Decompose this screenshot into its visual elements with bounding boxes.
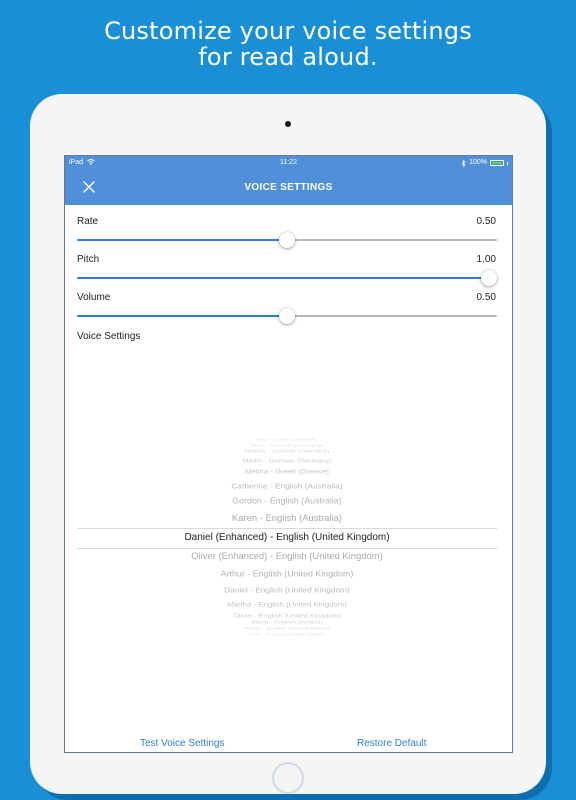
pitch-label: Pitch <box>77 254 100 265</box>
status-time: 11:22 <box>280 159 297 166</box>
restore-default-button[interactable]: Restore Default <box>357 738 426 749</box>
pitch-slider-fill <box>77 277 489 279</box>
voice-picker-item[interactable]: Catherine - English (Australia) <box>77 481 497 490</box>
close-icon <box>83 181 95 193</box>
headline-line-1: Customize your voice settings <box>104 17 472 45</box>
test-voice-settings-button[interactable]: Test Voice Settings <box>140 738 225 749</box>
status-right: 100% <box>461 156 508 170</box>
voice-picker-item[interactable]: Fred - English (United States) <box>77 633 497 637</box>
voice-picker-item[interactable]: Moira - English (Ireland) <box>77 620 497 625</box>
battery-icon <box>490 160 504 166</box>
volume-value: 0.50 <box>476 292 496 303</box>
pitch-value: 1.00 <box>476 254 496 265</box>
pitch-slider[interactable] <box>77 269 497 287</box>
camera-dot <box>285 121 291 127</box>
voice-picker-item[interactable]: Helena - German (Germany) <box>77 449 497 454</box>
rate-label: Rate <box>77 216 99 227</box>
page-title: VOICE SETTINGS <box>244 182 333 193</box>
voice-picker-item[interactable]: Aaron - English (United States) <box>77 627 497 632</box>
voice-picker-item[interactable]: Sara - Danish (Denmark) <box>77 438 497 442</box>
close-button[interactable] <box>79 177 99 197</box>
rate-value: 0.50 <box>476 216 496 227</box>
voice-picker-item[interactable]: Karen - English (Australia) <box>77 514 497 524</box>
volume-label: Volume <box>77 292 111 303</box>
rate-slider-thumb[interactable] <box>279 232 295 248</box>
voice-picker-selected-item[interactable]: Daniel (Enhanced) - English (United King… <box>77 532 497 543</box>
rate-slider[interactable] <box>77 231 497 249</box>
voice-picker[interactable]: Sara - Danish (Denmark) Anna - German (Ge… <box>77 418 497 658</box>
voice-picker-item[interactable]: Melina - Greek (Greece) <box>77 468 497 475</box>
voice-picker-item[interactable]: Daniel - English (United Kingdom) <box>77 586 497 595</box>
headline-line-2: for read aloud. <box>198 43 378 71</box>
voice-picker-item[interactable]: Oliver (Enhanced) - English (United King… <box>77 552 497 562</box>
nav-bar: VOICE SETTINGS <box>65 170 512 205</box>
voice-picker-item[interactable]: Anna - German (Germany) <box>77 444 497 449</box>
voice-section-label: Voice Settings <box>77 331 141 342</box>
voice-picker-item[interactable]: Martin - German (Germany) <box>77 457 497 464</box>
status-bar: iPad 11:22 100% <box>65 156 512 170</box>
app-screen: iPad 11:22 100% VOICE SETTINGS Rate 0.50… <box>64 155 513 753</box>
bluetooth-icon <box>461 159 466 167</box>
marketing-headline: Customize your voice settings for read a… <box>0 18 576 70</box>
voice-picker-item[interactable]: Oliver - English (United Kingdom) <box>77 612 497 619</box>
battery-percent: 100% <box>469 159 487 166</box>
voice-picker-item[interactable]: Martha - English (United Kingdom) <box>77 600 497 607</box>
volume-slider[interactable] <box>77 307 497 325</box>
pitch-slider-thumb[interactable] <box>481 270 497 286</box>
volume-slider-fill <box>77 315 287 317</box>
voice-picker-item[interactable]: Arthur - English (United Kingdom) <box>77 569 497 578</box>
rate-slider-fill <box>77 239 287 241</box>
home-button <box>272 762 304 794</box>
volume-slider-thumb[interactable] <box>279 308 295 324</box>
voice-picker-item[interactable]: Gordon - English (Australia) <box>77 497 497 506</box>
